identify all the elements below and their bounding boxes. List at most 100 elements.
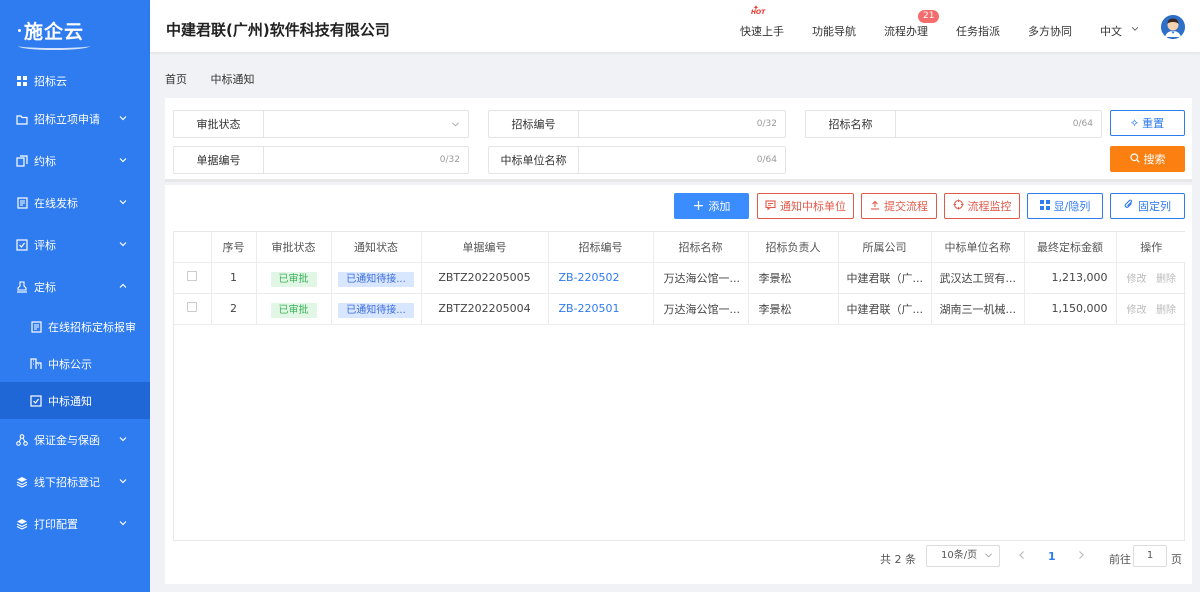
row-index: 2 (211, 293, 257, 325)
user-avatar[interactable] (1161, 15, 1185, 39)
row-checkbox[interactable] (187, 302, 198, 312)
page-size-select[interactable]: 10条/页 (926, 545, 1000, 567)
stamp-icon (16, 281, 28, 293)
chevron-down-icon (119, 116, 127, 121)
bid-code-input[interactable]: 0/32 (579, 111, 785, 137)
document-icon (16, 197, 28, 209)
delete-button[interactable]: 删除 (1156, 274, 1176, 285)
logo: 施企云 (0, 0, 150, 60)
nav-collaboration[interactable]: 多方协同 (1028, 23, 1072, 39)
edit-button[interactable]: 修改 (1127, 305, 1147, 316)
goto-page-input[interactable]: 1 (1133, 545, 1167, 567)
sidebar-item-offline-register[interactable]: 线下招标登记 (0, 461, 150, 503)
sidebar-item-award-publicity[interactable]: 中标公示 (0, 345, 150, 382)
sidebar-submenu-award: 在线招标定标报审 中标公示 中标通知 (0, 308, 150, 419)
column-header: 中标单位名称 (931, 232, 1025, 263)
row-index: 1 (211, 262, 257, 294)
filter-label: 招标名称 (806, 111, 896, 137)
bid-code-link[interactable]: ZB-220501 (559, 302, 620, 315)
sidebar-item-label: 中标通知 (48, 394, 92, 408)
approval-status-filter: 审批状态 (173, 110, 469, 138)
sidebar-item-bidding-cloud[interactable]: 招标云 (0, 64, 150, 98)
checkbox-icon (30, 394, 42, 407)
approval-status-tag: 已审批 (270, 272, 317, 287)
column-header: 招标负责人 (748, 232, 839, 263)
nav-quick-start[interactable]: 快速上手 (740, 23, 784, 39)
sidebar-item-award[interactable]: 定标 (0, 266, 150, 308)
layers-icon (16, 518, 28, 530)
char-count: 0/64 (756, 155, 777, 165)
nav-function-guide[interactable]: 功能导航 (812, 23, 856, 39)
logo-dot (18, 28, 21, 32)
fixed-columns-button[interactable]: 固定列 (1110, 193, 1185, 219)
filter-label: 招标编号 (489, 111, 579, 137)
sidebar-item-print-config[interactable]: 打印配置 (0, 503, 150, 545)
company-cell: 中建君联（广... (838, 293, 932, 325)
action-cell: 修改 删除 (1116, 293, 1186, 325)
approval-cell: 已审批 (256, 262, 332, 294)
next-page-button[interactable] (1077, 550, 1085, 563)
sidebar-item-label: 约标 (34, 155, 56, 168)
bid-code-cell: ZB-220502 (548, 262, 654, 294)
notify-winner-button[interactable]: 通知中标单位 (757, 193, 854, 219)
notify-status-tag: 已通知待接... (338, 272, 414, 287)
notify-cell: 已通知待接... (331, 293, 422, 325)
submit-process-button[interactable]: 提交流程 (861, 193, 937, 219)
sidebar-item-project-apply[interactable]: 招标立项申请 (0, 98, 150, 140)
chevron-down-icon (119, 242, 127, 247)
prev-page-button[interactable] (1018, 550, 1026, 563)
language-selector[interactable]: 中文 (1100, 23, 1122, 39)
chevron-right-icon (1079, 551, 1084, 559)
table-row[interactable]: 1 已审批 已通知待接... ZBTZ202205005 ZB-220502 万… (174, 262, 1186, 294)
search-button[interactable]: 搜索 (1110, 146, 1185, 172)
share-icon (16, 434, 28, 446)
sidebar-item-online-publish[interactable]: 在线发标 (0, 182, 150, 224)
building-icon (30, 357, 42, 370)
owner-cell: 李景松 (748, 262, 839, 294)
amount-cell: 1,150,000 (1024, 293, 1117, 325)
notify-status-tag: 已通知待接... (338, 303, 414, 318)
top-header: 中建君联(广州)软件科技有限公司 HOT 快速上手 功能导航 21 流程办理 任… (150, 0, 1200, 52)
submit-process-label[interactable]: 提交流程 (884, 198, 928, 214)
column-header: 通知状态 (331, 232, 422, 263)
page-number-current[interactable]: 1 (1048, 550, 1056, 563)
header-select-column (174, 232, 212, 263)
edit-button[interactable]: 修改 (1127, 274, 1147, 285)
sidebar-item-label: 评标 (34, 239, 56, 252)
char-count: 0/32 (439, 155, 460, 165)
notify-winner-label: 通知中标单位 (780, 200, 846, 213)
bid-name-input[interactable]: 0/64 (896, 111, 1101, 137)
bid-code-link[interactable]: ZB-220502 (559, 271, 620, 284)
filter-label: 单据编号 (174, 147, 264, 173)
winner-name-input[interactable]: 0/64 (579, 147, 785, 173)
chevron-left-icon (1019, 551, 1024, 559)
nav-task-assign[interactable]: 任务指派 (956, 23, 1000, 39)
sidebar-item-invite[interactable]: 约标 (0, 140, 150, 182)
doc-no-input[interactable]: 0/32 (264, 147, 468, 173)
add-button[interactable]: + 添加 (674, 193, 749, 219)
reset-button[interactable]: ⟡ 重置 (1110, 110, 1185, 136)
toggle-columns-button[interactable]: 显/隐列 (1027, 193, 1103, 219)
winner-cell: 武汉达工贸有... (931, 262, 1025, 294)
winner-name-filter: 中标单位名称 0/64 (488, 146, 786, 174)
paperclip-icon (1124, 199, 1134, 213)
row-checkbox[interactable] (187, 271, 198, 281)
checkbox-icon (16, 239, 28, 251)
bid-name-cell: 万达海公馆一... (653, 262, 749, 294)
sidebar-item-evaluate[interactable]: 评标 (0, 224, 150, 266)
sidebar-item-award-notice[interactable]: 中标通知 (0, 382, 150, 419)
nav-process-handle[interactable]: 流程办理 (884, 23, 928, 39)
sidebar-item-online-award-review[interactable]: 在线招标定标报审 (0, 308, 150, 345)
total-count: 共 2 条 (880, 553, 916, 566)
breadcrumb-home[interactable]: 首页 (165, 73, 187, 86)
search-icon (1129, 152, 1140, 166)
sidebar-item-deposit[interactable]: 保证金与保函 (0, 419, 150, 461)
chevron-down-icon (119, 158, 127, 163)
process-monitor-button[interactable]: 流程监控 (944, 193, 1020, 219)
table-row[interactable]: 2 已审批 已通知待接... ZBTZ202205004 ZB-220501 万… (174, 293, 1186, 325)
chevron-down-icon (984, 553, 993, 558)
column-header: 所属公司 (838, 232, 932, 263)
delete-button[interactable]: 删除 (1156, 305, 1176, 316)
breadcrumb: 首页 中标通知 (165, 71, 275, 87)
approval-status-select[interactable] (264, 111, 468, 137)
